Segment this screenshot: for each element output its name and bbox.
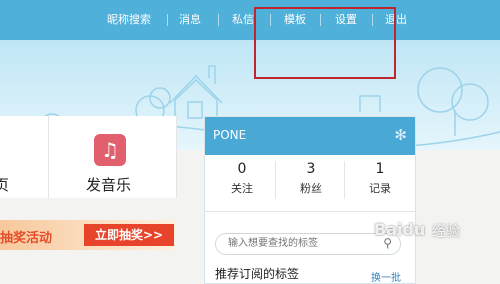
draw-now-button[interactable]: 立即抽奖>> <box>84 224 174 246</box>
stat-records-count: 1 <box>375 161 385 177</box>
gear-icon[interactable]: ✻ <box>394 126 407 144</box>
stats-divider <box>205 211 415 212</box>
lottery-banner-text: 抽奖活动 <box>0 231 53 246</box>
nav-nickname-search[interactable]: 昵称搜索 <box>107 0 151 40</box>
recommended-tags-title: 推荐订阅的标签 <box>215 267 300 281</box>
nav-private-messages[interactable]: 私信 <box>232 0 254 40</box>
watermark-suffix: 经验 <box>432 224 460 240</box>
watermark-brand: Baidu <box>374 220 426 239</box>
stat-following-label: 关注 <box>231 182 253 195</box>
lottery-banner[interactable]: 抽奖活动 立即抽奖>> <box>0 220 176 250</box>
profile-username[interactable]: PONE <box>213 128 246 142</box>
card-divider <box>48 116 49 198</box>
post-type-label-clipped[interactable]: 页 <box>0 174 9 195</box>
profile-header: PONE ✻ <box>205 117 415 155</box>
stat-following[interactable]: 0 关注 <box>208 161 276 196</box>
highlight-box <box>254 7 396 79</box>
stat-divider <box>275 161 276 199</box>
profile-panel: PONE ✻ 0 关注 3 粉丝 1 记录 ⚲ 推荐订阅的标签 换一批 <box>204 116 416 284</box>
refresh-recommendations-link[interactable]: 换一批 <box>371 269 401 284</box>
post-music-label[interactable]: 发音乐 <box>86 174 131 195</box>
nav-divider <box>167 14 168 26</box>
stat-followers-label: 粉丝 <box>300 182 322 195</box>
tag-search-input[interactable] <box>226 237 370 250</box>
stat-following-count: 0 <box>237 161 247 177</box>
baidu-jingyan-watermark: Baidu 经验 <box>374 214 494 246</box>
stat-followers[interactable]: 3 粉丝 <box>277 161 345 196</box>
stat-records-label: 记录 <box>369 182 391 195</box>
nav-divider <box>218 14 219 26</box>
stat-divider <box>344 161 345 199</box>
top-navigation: 昵称搜索 消息 私信 模板 设置 退出 <box>0 0 500 40</box>
music-note-icon[interactable]: ♫ <box>94 134 126 166</box>
stat-followers-count: 3 <box>306 161 316 177</box>
post-type-card: 页 ♫ 发音乐 <box>0 116 177 198</box>
stat-records[interactable]: 1 记录 <box>346 161 414 196</box>
nav-messages[interactable]: 消息 <box>179 0 201 40</box>
